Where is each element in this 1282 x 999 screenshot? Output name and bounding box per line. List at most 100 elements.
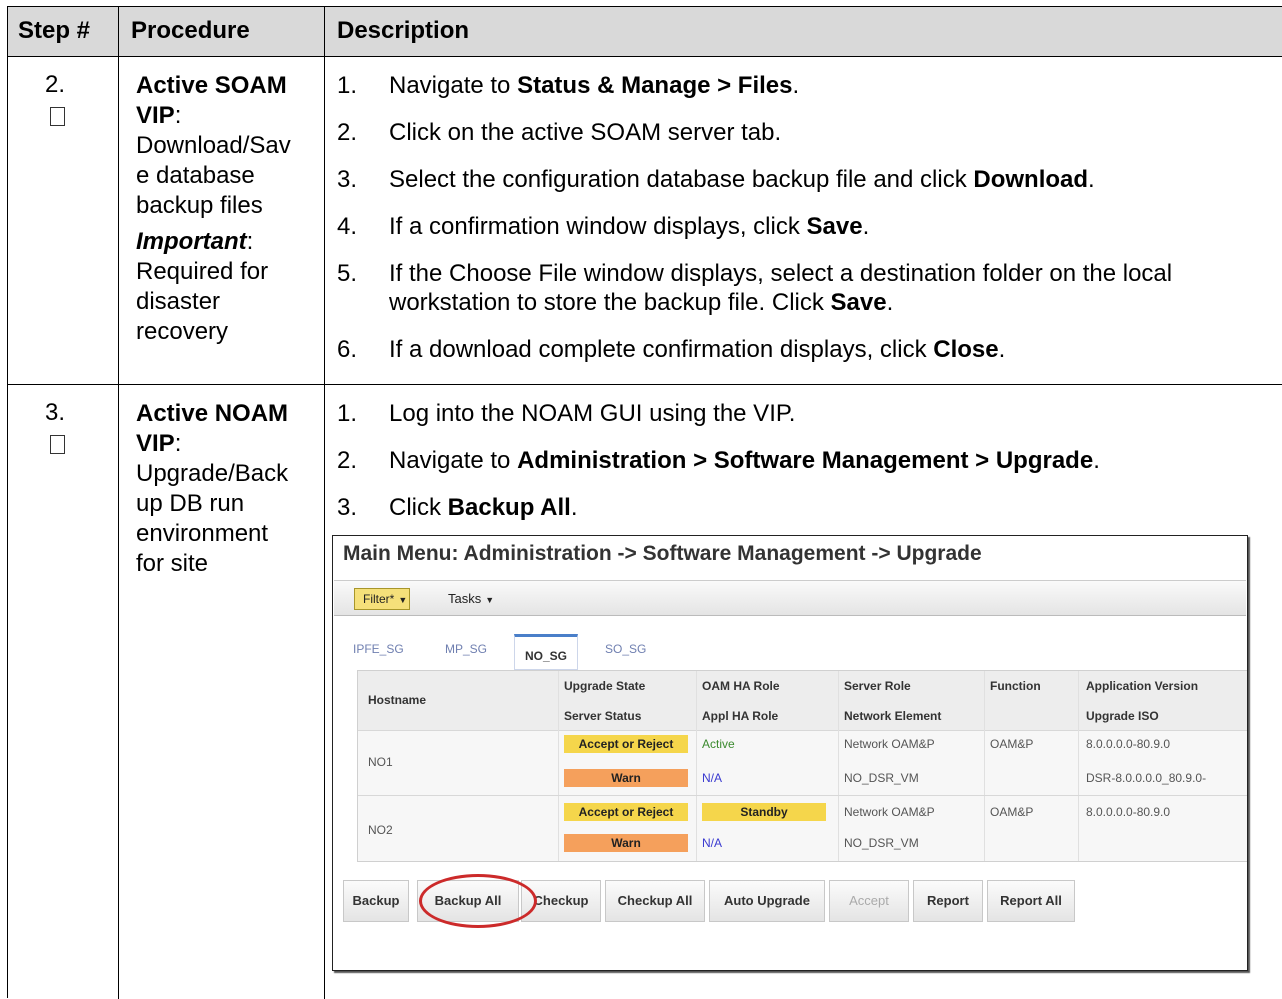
procedure-title-colon: : — [174, 430, 182, 457]
procedure-line: Upgrade/Back — [136, 460, 289, 487]
instruction-number: 1. — [337, 72, 358, 99]
header-description: Description — [337, 17, 470, 44]
instruction-number: 3. — [337, 494, 358, 521]
procedure-title: Active SOAM VIP — [136, 72, 287, 129]
instruction-number: 4. — [337, 213, 358, 240]
upgrade-state-badge: Accept or Reject — [564, 735, 688, 753]
screenshot-title: Main Menu: Administration -> Software Ma… — [343, 542, 982, 565]
instruction-bold: Close — [933, 336, 999, 363]
step-cell: 2. — [8, 57, 119, 384]
table-row-step-3: 3. Active NOAM VIP: Upgrade/Back up DB r… — [8, 385, 1282, 999]
tab-ipfe-sg[interactable]: IPFE_SG — [353, 642, 404, 656]
col-network-element: Network Element — [844, 709, 942, 723]
server-grid: Hostname Upgrade State Server Status OAM… — [357, 670, 1247, 862]
procedure-line: up DB run — [136, 490, 245, 517]
instruction-bold: Save — [830, 289, 887, 316]
instruction-end: . — [886, 289, 894, 316]
table-header-row: Step # Procedure Description — [8, 7, 1282, 57]
chevron-down-icon: ▼ — [398, 595, 408, 605]
instruction-number: 5. — [337, 260, 358, 287]
column-divider — [1078, 671, 1079, 861]
network-element-value: NO_DSR_VM — [844, 836, 919, 850]
instruction-bold: Status & Manage > Files — [517, 72, 793, 99]
report-button[interactable]: Report — [913, 880, 983, 922]
col-oam-ha-role: OAM HA Role — [702, 679, 780, 693]
report-all-button[interactable]: Report All — [987, 880, 1075, 922]
instruction-step: 3. Click Backup All. — [325, 493, 1282, 522]
instruction-text: Navigate to — [389, 447, 518, 474]
col-server-role: Server Role — [844, 679, 911, 693]
hostname-no1[interactable]: NO1 — [368, 755, 393, 769]
chevron-down-icon: ▼ — [485, 595, 495, 605]
procedure-cell: Active SOAM VIP: Download/Sav e database… — [119, 57, 325, 384]
col-hostname: Hostname — [368, 693, 427, 707]
table-row-step-2: 2. Active SOAM VIP: Download/Sav e datab… — [8, 57, 1282, 385]
upgrade-screenshot: Main Menu: Administration -> Software Ma… — [332, 535, 1248, 971]
important-label: Important — [136, 228, 247, 255]
col-upgrade-iso: Upgrade ISO — [1086, 709, 1159, 723]
instruction-step: 1. Navigate to Status & Manage > Files. — [325, 71, 1282, 100]
instruction-text: If the Choose File window displays, sele… — [389, 260, 1173, 316]
column-divider — [838, 671, 839, 861]
upgrade-iso-value: DSR-8.0.0.0.0_80.9.0- — [1086, 771, 1207, 785]
procedure-line: environment — [136, 520, 269, 547]
checkup-all-button[interactable]: Checkup All — [605, 880, 705, 922]
filter-label: Filter* — [363, 592, 395, 606]
step-number: 3. — [44, 399, 65, 426]
column-divider — [984, 671, 985, 861]
appl-ha-role-value: N/A — [702, 836, 723, 850]
important-line: recovery — [136, 318, 229, 345]
server-status-badge: Warn — [564, 769, 688, 787]
procedure-line: backup files — [136, 192, 263, 219]
instruction-step: 3. Select the configuration database back… — [325, 165, 1282, 194]
procedure-title-colon: : — [174, 102, 182, 129]
backup-button[interactable]: Backup — [343, 880, 409, 922]
procedure-line: e database — [136, 162, 255, 189]
network-element-value: NO_DSR_VM — [844, 771, 919, 785]
instruction-end: . — [792, 72, 800, 99]
instruction-text: If a download complete confirmation disp… — [389, 336, 934, 363]
oam-ha-role-value: Active — [702, 737, 735, 751]
row-divider — [358, 795, 1247, 796]
instruction-step: 2. Click on the active SOAM server tab. — [325, 118, 1282, 147]
column-divider — [696, 671, 697, 861]
application-version-value: 8.0.0.0.0-80.9.0 — [1086, 805, 1171, 819]
instruction-step: 1. Log into the NOAM GUI using the VIP. — [325, 399, 1282, 428]
header-step: Step # — [8, 7, 119, 56]
highlight-oval — [419, 874, 537, 928]
auto-upgrade-button[interactable]: Auto Upgrade — [709, 880, 825, 922]
tasks-button[interactable]: Tasks ▼ — [448, 591, 494, 606]
instruction-number: 6. — [337, 336, 358, 363]
instruction-end: . — [570, 494, 578, 521]
instruction-text: Navigate to — [389, 72, 518, 99]
upgrade-state-badge: Accept or Reject — [564, 803, 688, 821]
tab-so-sg[interactable]: SO_SG — [605, 642, 646, 656]
instruction-bold: Save — [806, 213, 863, 240]
procedure-line: for site — [136, 550, 209, 577]
hostname-no2[interactable]: NO2 — [368, 823, 393, 837]
screenshot-toolbar: Filter* ▼ Tasks ▼ — [334, 580, 1246, 616]
instruction-text: Click — [389, 494, 448, 521]
procedure-table: Step # Procedure Description 2. Active S… — [7, 6, 1282, 999]
step-checkbox[interactable] — [50, 107, 65, 126]
oam-ha-role-badge: Standby — [702, 803, 826, 821]
instruction-text: Select the configuration database backup… — [389, 166, 974, 193]
tab-mp-sg[interactable]: MP_SG — [445, 642, 487, 656]
instruction-step: 2. Navigate to Administration > Software … — [325, 446, 1282, 475]
instruction-step: 5. If the Choose File window displays, se… — [325, 259, 1282, 317]
step-checkbox[interactable] — [50, 435, 65, 454]
server-role-value: Network OAM&P — [844, 805, 935, 819]
important-colon: : — [246, 228, 254, 255]
instruction-bold: Backup All — [447, 494, 571, 521]
instruction-step: 4. If a confirmation window displays, cli… — [325, 212, 1282, 241]
server-role-value: Network OAM&P — [844, 737, 935, 751]
important-line: Required for — [136, 258, 269, 285]
instruction-number: 2. — [337, 119, 358, 146]
procedure-cell: Active NOAM VIP: Upgrade/Back up DB run … — [119, 385, 325, 999]
tab-no-sg[interactable]: NO_SG — [514, 634, 579, 670]
instruction-end: . — [998, 336, 1006, 363]
description-cell: 1. Log into the NOAM GUI using the VIP. 2… — [325, 385, 1282, 999]
tasks-label: Tasks — [448, 591, 482, 606]
filter-button[interactable]: Filter* ▼ — [354, 588, 410, 610]
appl-ha-role-value: N/A — [702, 771, 723, 785]
